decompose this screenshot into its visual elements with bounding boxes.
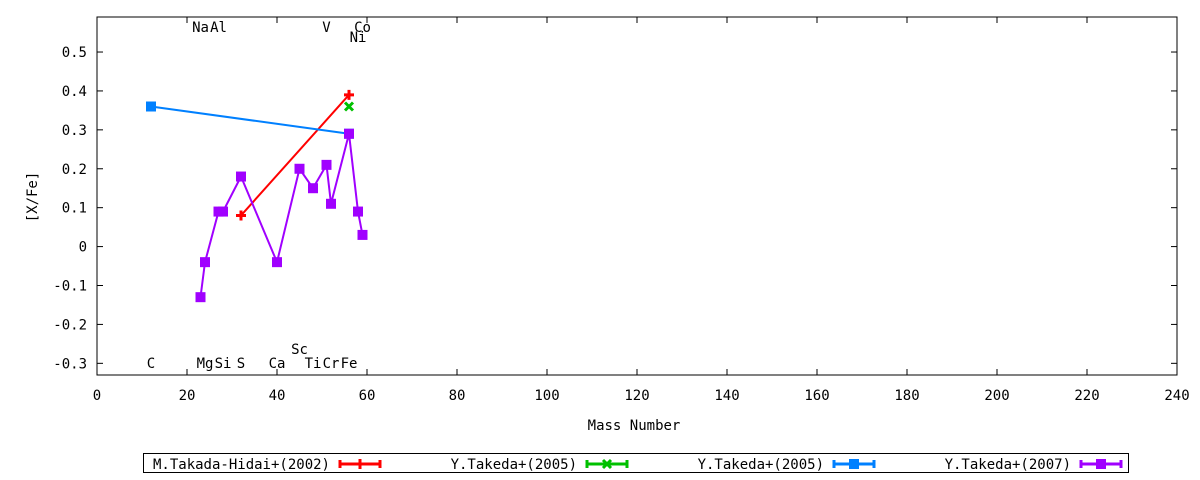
element-label-si: Si <box>215 356 232 372</box>
series-2 <box>146 101 354 139</box>
series-3-point <box>321 159 332 170</box>
element-label-ti: Ti <box>305 356 322 372</box>
y-tick-label: 0 <box>79 240 87 256</box>
x-tick-label: 120 <box>624 388 649 404</box>
x-tick-label: 0 <box>93 388 101 404</box>
series-2-point <box>146 101 156 112</box>
y-tick-label: -0.2 <box>53 317 87 333</box>
y-tick-label: -0.3 <box>53 356 87 372</box>
series-3-point <box>200 257 210 268</box>
element-label-s: S <box>237 356 245 372</box>
element-label-al: Al <box>210 20 227 36</box>
legend-box <box>143 453 1129 473</box>
series-lines <box>146 89 368 303</box>
x-tick-label: 160 <box>804 388 829 404</box>
x-tick-label: 80 <box>449 388 466 404</box>
series-1-point <box>343 101 355 112</box>
x-tick-label: 40 <box>269 388 286 404</box>
y-tick-label: 0.1 <box>62 201 87 217</box>
element-label-ni: Ni <box>350 30 367 46</box>
x-tick-label: 200 <box>984 388 1009 404</box>
x-tick-label: 140 <box>714 388 739 404</box>
x-axis-label: Mass Number <box>588 418 681 434</box>
element-label-c: C <box>147 356 155 372</box>
chart: 0 20 40 60 80 100 120 140 160 180 200 220 240 -0.3 -0.… <box>25 16 1190 473</box>
y-tick-label: 0.4 <box>62 84 87 100</box>
series-line-2 <box>150 105 350 135</box>
element-label-fe: Fe <box>341 356 358 372</box>
x-tick-label: 220 <box>1074 388 1099 404</box>
x-tick-label: 60 <box>359 388 376 404</box>
element-label-v: V <box>322 20 331 36</box>
series-3-point <box>218 206 228 217</box>
y-tick-label: 0.5 <box>62 45 87 61</box>
x-tick-label: 100 <box>534 388 559 404</box>
y-axis-label: [X/Fe] <box>25 172 41 223</box>
element-label-cr: Cr <box>323 356 340 372</box>
element-label-mg: Mg <box>197 356 214 372</box>
y-tick-label: -0.1 <box>53 279 87 295</box>
element-label-na: Na <box>192 20 209 36</box>
element-label-ca: Ca <box>269 356 286 372</box>
series-3-point <box>344 128 354 139</box>
series-3-point <box>326 198 336 209</box>
series-3-point <box>195 292 206 303</box>
x-tick-label: 180 <box>894 388 919 404</box>
series-1 <box>343 101 355 112</box>
series-3-point <box>308 183 318 194</box>
x-tick-label: 20 <box>179 388 196 404</box>
series-3-point <box>236 171 246 182</box>
series-3 <box>195 128 368 303</box>
series-0 <box>236 89 354 221</box>
series-3-point <box>357 229 368 240</box>
y-tick-label: 0.2 <box>62 162 87 178</box>
y-tick-label: 0.3 <box>62 123 87 139</box>
series-3-point <box>272 257 282 268</box>
x-tick-label: 240 <box>1164 388 1189 404</box>
series-3-point <box>353 206 363 217</box>
series-3-point <box>294 163 305 174</box>
